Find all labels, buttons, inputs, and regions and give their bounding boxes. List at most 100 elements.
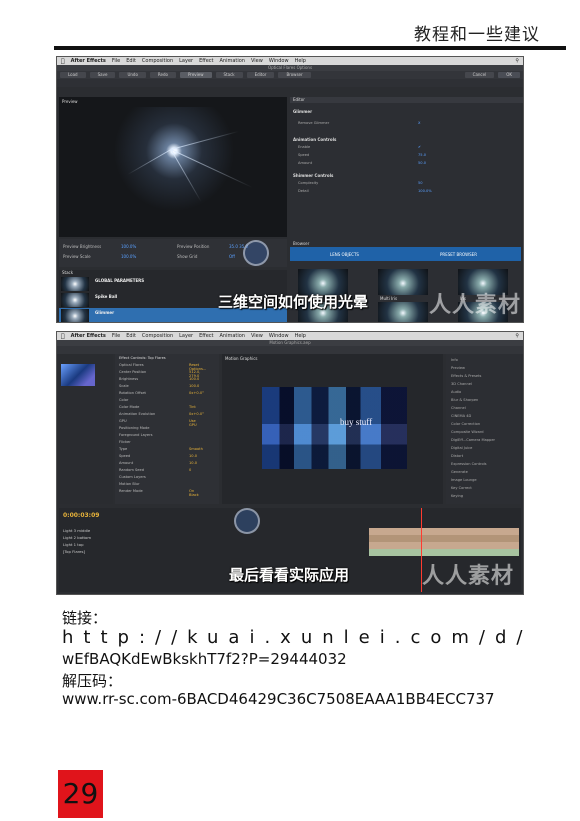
preset-item[interactable]: Composite Wizard	[451, 430, 484, 434]
prop-value[interactable]: 50.0	[418, 161, 426, 165]
layer-track[interactable]	[369, 542, 519, 549]
effect-row[interactable]: Type Smooth	[119, 447, 203, 451]
info-value[interactable]: 100.0%	[121, 244, 136, 249]
stack-item[interactable]: GLOBAL PARAMETERS	[59, 276, 287, 292]
preset-item[interactable]: Preview	[451, 366, 465, 370]
effect-row[interactable]: Amount 10.0	[119, 461, 197, 465]
effect-row[interactable]: Animation Evolution 0x+0.0°	[119, 412, 204, 416]
effect-value[interactable]: Tint	[189, 405, 196, 409]
effect-value[interactable]: 0x+0.0°	[189, 412, 204, 416]
cancel-button[interactable]: Cancel	[464, 72, 495, 78]
preset-item[interactable]: DigiEff...Camera Mapper	[451, 438, 495, 442]
preset-item[interactable]: Expression Controls	[451, 462, 487, 466]
menu-item[interactable]: Help	[295, 58, 306, 64]
browser-thumb[interactable]	[378, 269, 428, 295]
prop-row[interactable]: Amount 50.0	[298, 161, 426, 165]
prop-row[interactable]: Enable ✔	[298, 145, 421, 149]
tab-preview[interactable]: Preview	[179, 72, 212, 78]
layer-row[interactable]: [Top Flares]	[63, 549, 293, 556]
save-button[interactable]: Save	[89, 72, 116, 78]
info-value[interactable]: 100.0%	[121, 254, 136, 259]
preset-item[interactable]: Distort	[451, 454, 463, 458]
tab-preset-browser[interactable]: PRESET BROWSER	[440, 252, 477, 257]
menu-item[interactable]: Edit	[126, 333, 136, 339]
preset-item[interactable]: Info	[451, 358, 458, 362]
effect-value[interactable]: 0	[189, 468, 191, 472]
menu-item[interactable]: View	[251, 333, 263, 339]
menu-item[interactable]: Animation	[219, 333, 245, 339]
tab-browser[interactable]: Browser	[278, 72, 311, 78]
effect-row[interactable]: Optical Flares Reset Options...	[119, 363, 206, 371]
prop-value[interactable]: 100.0%	[418, 189, 432, 193]
menu-item[interactable]: Layer	[179, 333, 193, 339]
preset-item[interactable]: CINEMA 4D	[451, 414, 471, 418]
download-link-line2[interactable]: wEfBAQKdEwBkskhT7f2?P=29444032	[62, 650, 347, 668]
prop-value[interactable]: 75.0	[418, 153, 426, 157]
preset-item[interactable]: Audio	[451, 390, 461, 394]
preset-item[interactable]: Channel	[451, 406, 466, 410]
ok-button[interactable]: OK	[498, 72, 520, 78]
download-link-line1[interactable]: http://kuai.xunlei.com/d/	[62, 627, 532, 648]
preset-item[interactable]: Generate	[451, 470, 468, 474]
effect-row[interactable]: GPU Use GPU	[119, 419, 197, 427]
tab-stack[interactable]: Stack	[215, 72, 243, 78]
menu-item[interactable]: Help	[295, 333, 306, 339]
prop-row[interactable]: Speed 75.0	[298, 153, 426, 157]
effect-value[interactable]: On Black	[189, 489, 199, 497]
preset-item[interactable]: Effects & Presets	[451, 374, 481, 378]
preset-item[interactable]: 3D Channel	[451, 382, 472, 386]
menu-item[interactable]: File	[112, 58, 120, 64]
effect-row[interactable]: Brightness 100.0	[119, 377, 199, 381]
effect-row[interactable]: Motion Blur	[119, 482, 140, 486]
tab-editor[interactable]: Editor	[246, 72, 275, 78]
effect-value[interactable]: 10.0	[189, 454, 197, 458]
effect-row[interactable]: Random Seed 0	[119, 468, 191, 472]
effect-value[interactable]: 10.0	[189, 461, 197, 465]
effect-row[interactable]: Render Mode On Black	[119, 489, 199, 497]
info-value[interactable]: Off	[229, 254, 235, 259]
preset-item[interactable]: Digital Juice	[451, 446, 472, 450]
effect-row[interactable]: Flicker	[119, 440, 131, 444]
search-icon[interactable]: ⚲	[515, 58, 519, 64]
preview-panel[interactable]: Preview	[59, 97, 287, 237]
apple-icon[interactable]: 	[61, 333, 65, 340]
menu-item[interactable]: Window	[269, 333, 289, 339]
effect-row[interactable]: Center Position 512.0, 279.0	[119, 370, 200, 378]
effect-value[interactable]: 100.0	[189, 384, 199, 388]
preset-item[interactable]: Image Lounge	[451, 478, 477, 482]
menu-item[interactable]: Window	[269, 58, 289, 64]
menu-item[interactable]: Effect	[199, 58, 213, 64]
preset-item[interactable]: Key Correct	[451, 486, 472, 490]
menu-item[interactable]: Edit	[126, 58, 136, 64]
effect-row[interactable]: Rotation Offset 0x+0.0°	[119, 391, 204, 395]
timecode[interactable]: 0:00:03:09	[63, 512, 99, 519]
effect-value[interactable]: 100.0	[189, 377, 199, 381]
menu-item[interactable]: Effect	[199, 333, 213, 339]
prop-row[interactable]: Detail 100.0%	[298, 189, 432, 193]
browser-thumb[interactable]	[378, 302, 428, 322]
effect-value[interactable]: Smooth	[189, 447, 203, 451]
effect-row[interactable]: Positioning Mode	[119, 426, 149, 430]
prop-value[interactable]: 50	[418, 181, 423, 185]
preset-item[interactable]: Blur & Sharpen	[451, 398, 478, 402]
effect-row[interactable]: Speed 10.0	[119, 454, 197, 458]
preset-item[interactable]: Color Correction	[451, 422, 480, 426]
menu-item[interactable]: Layer	[179, 58, 193, 64]
layer-row[interactable]: Light 1 top	[63, 542, 293, 549]
effect-row[interactable]: Color Mode Tint	[119, 405, 196, 409]
tab-lens-objects[interactable]: LENS OBJECTS	[330, 252, 359, 257]
prop-value[interactable]: ✔	[418, 145, 421, 149]
search-icon[interactable]: ⚲	[515, 333, 519, 339]
layer-track[interactable]	[369, 535, 519, 542]
prop-row[interactable]: Complexity 50	[298, 181, 423, 185]
redo-button[interactable]: Redo	[149, 72, 176, 78]
effect-row[interactable]: Foreground Layers	[119, 433, 153, 437]
effect-value[interactable]: Use GPU	[189, 419, 197, 427]
undo-button[interactable]: Undo	[119, 72, 146, 78]
effect-value[interactable]: 0x+0.0°	[189, 391, 204, 395]
project-thumbnail[interactable]	[61, 364, 95, 386]
preset-item[interactable]: Keying	[451, 494, 463, 498]
menu-app[interactable]: After Effects	[71, 58, 106, 64]
prop-value[interactable]: X	[418, 121, 420, 125]
apple-icon[interactable]: 	[61, 58, 65, 65]
